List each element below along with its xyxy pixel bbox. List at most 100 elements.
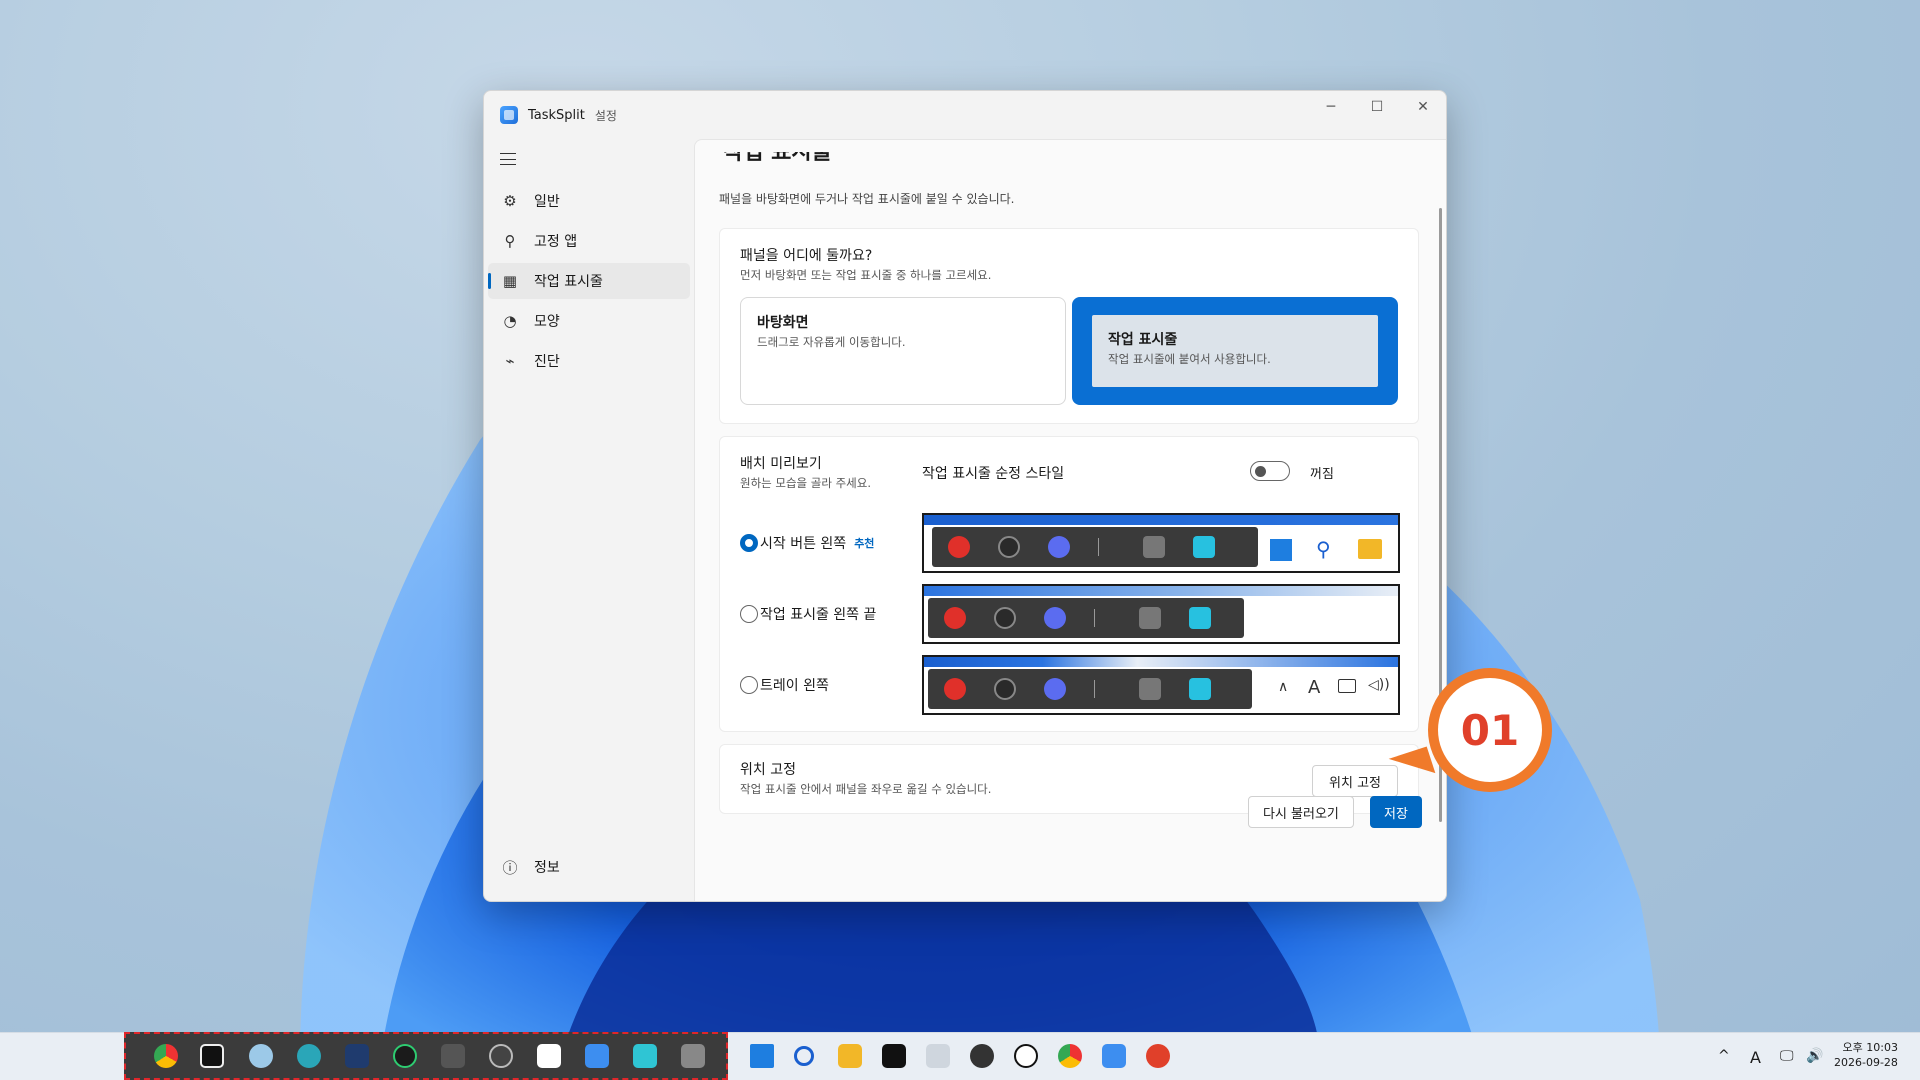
chevron-up-icon: ∧ bbox=[1278, 679, 1289, 695]
browser-icon bbox=[1044, 607, 1066, 629]
hamburger-menu-icon[interactable] bbox=[500, 153, 516, 165]
reload-button[interactable]: 다시 불러오기 bbox=[1248, 796, 1354, 828]
v-app-icon[interactable] bbox=[633, 1044, 657, 1068]
radio-label: 시작 버튼 왼쪽 bbox=[760, 536, 847, 552]
chatgpt-icon[interactable] bbox=[1014, 1044, 1038, 1068]
mail-icon[interactable] bbox=[345, 1044, 369, 1068]
app-icon[interactable] bbox=[200, 1044, 224, 1068]
resolve-icon bbox=[994, 678, 1016, 700]
clock-date: 2026-09-28 bbox=[1834, 1056, 1898, 1069]
native-style-toggle[interactable] bbox=[1250, 461, 1290, 481]
radio-label: 작업 표시줄 왼쪽 끝 bbox=[760, 607, 877, 623]
sidebar-item-label: 고정 앱 bbox=[534, 234, 578, 250]
screenshot-icon bbox=[1143, 536, 1165, 558]
gear-icon: ⚙ bbox=[503, 192, 517, 210]
preview-taskbar-left-end[interactable] bbox=[922, 584, 1400, 644]
clock[interactable]: 오후 10:03 2026-09-28 bbox=[1834, 1040, 1898, 1070]
radio-button[interactable] bbox=[740, 605, 758, 623]
radio-taskbar-left-end[interactable]: 작업 표시줄 왼쪽 끝 bbox=[740, 602, 876, 626]
sidebar: ⚙ 일반 ⚲ 고정 앱 ▦ 작업 표시줄 ◔ 모양 ⌁ 진단 ⓘ 정보 bbox=[484, 139, 694, 901]
cleaner-icon bbox=[1189, 607, 1211, 629]
maximize-button[interactable]: ☐ bbox=[1354, 91, 1400, 123]
cleaner-icon bbox=[1189, 678, 1211, 700]
file-explorer-icon[interactable] bbox=[838, 1044, 862, 1068]
chrome-icon[interactable] bbox=[154, 1044, 178, 1068]
terminal-icon[interactable] bbox=[441, 1044, 465, 1068]
app-name: TaskSplit bbox=[528, 107, 585, 123]
chevron-up-icon[interactable]: ^ bbox=[1718, 1048, 1730, 1064]
desktop-option[interactable]: 바탕화면 드래그로 자유롭게 이동합니다. bbox=[740, 297, 1066, 405]
app-logo-icon bbox=[500, 106, 518, 124]
windows-start-icon[interactable] bbox=[750, 1044, 774, 1068]
font-app-icon[interactable] bbox=[537, 1044, 561, 1068]
weather-icon[interactable] bbox=[249, 1044, 273, 1068]
sidebar-item-general[interactable]: ⚙ 일반 bbox=[488, 183, 690, 219]
chrome-icon[interactable] bbox=[1058, 1044, 1082, 1068]
content-pane: 작업 표시줄 패널을 바탕화면에 두거나 작업 표시줄에 붙일 수 있습니다. … bbox=[694, 139, 1446, 901]
ime-icon: A bbox=[1308, 677, 1321, 698]
game-icon[interactable] bbox=[393, 1044, 417, 1068]
pin-icon: ⚲ bbox=[504, 232, 516, 250]
grid-icon: ▦ bbox=[502, 272, 518, 290]
notes-icon[interactable] bbox=[585, 1044, 609, 1068]
minimize-button[interactable]: ─ bbox=[1308, 91, 1354, 123]
ime-icon[interactable]: A bbox=[1750, 1048, 1761, 1067]
step-number: 01 bbox=[1460, 705, 1520, 755]
sidebar-item-pinned-apps[interactable]: ⚲ 고정 앱 bbox=[488, 223, 690, 259]
folder-icon bbox=[1358, 539, 1382, 559]
taskbar-option-title: 작업 표시줄 bbox=[1108, 332, 1178, 348]
pulse-icon: ⌁ bbox=[505, 352, 515, 370]
desktop-option-title: 바탕화면 bbox=[757, 315, 809, 331]
play-icon bbox=[948, 536, 970, 558]
native-style-label: 작업 표시줄 순정 스타일 bbox=[922, 466, 1065, 482]
radio-button[interactable] bbox=[740, 676, 758, 694]
notes-icon[interactable] bbox=[1102, 1044, 1126, 1068]
radio-button[interactable] bbox=[740, 534, 758, 552]
sidebar-item-appearance[interactable]: ◔ 모양 bbox=[488, 303, 690, 339]
window-subtitle: 설정 bbox=[594, 108, 617, 123]
resolve-icon bbox=[994, 607, 1016, 629]
preview-start-left[interactable]: ⚲ bbox=[922, 513, 1400, 573]
preview-description: 원하는 모습을 골라 주세요. bbox=[740, 476, 872, 490]
search-icon[interactable] bbox=[794, 1046, 814, 1066]
radio-label: 트레이 왼쪽 bbox=[760, 678, 829, 694]
preview-tray-left[interactable]: ∧ A ◁)) bbox=[922, 655, 1400, 715]
radio-tray-left[interactable]: 트레이 왼쪽 bbox=[740, 673, 829, 697]
taskbar-option[interactable]: 작업 표시줄 작업 표시줄에 붙여서 사용합니다. bbox=[1072, 297, 1398, 405]
sidebar-item-taskbar[interactable]: ▦ 작업 표시줄 bbox=[488, 263, 690, 299]
disk-icon[interactable] bbox=[297, 1044, 321, 1068]
placement-card: 패널을 어디에 둘까요? 먼저 바탕화면 또는 작업 표시줄 중 하나를 고르세… bbox=[719, 228, 1419, 424]
sidebar-item-about[interactable]: ⓘ 정보 bbox=[488, 849, 690, 885]
pin-position-description: 작업 표시줄 안에서 패널을 좌우로 옮길 수 있습니다. bbox=[740, 782, 992, 796]
play-icon bbox=[944, 607, 966, 629]
app-icon[interactable] bbox=[882, 1044, 906, 1068]
cleaner-icon bbox=[1193, 536, 1215, 558]
pin-position-title: 위치 고정 bbox=[740, 762, 796, 778]
capture-icon[interactable] bbox=[681, 1044, 705, 1068]
settings-icon[interactable] bbox=[970, 1044, 994, 1068]
panel-preview bbox=[932, 527, 1258, 567]
screenshot-icon bbox=[1139, 678, 1161, 700]
page-title: 작업 표시줄 bbox=[723, 140, 832, 165]
sidebar-item-label: 진단 bbox=[534, 354, 560, 370]
sidebar-item-diagnostics[interactable]: ⌁ 진단 bbox=[488, 343, 690, 379]
panel-preview bbox=[928, 669, 1252, 709]
placement-title: 패널을 어디에 둘까요? bbox=[740, 248, 873, 264]
powerpoint-icon[interactable] bbox=[1146, 1044, 1170, 1068]
placement-description: 먼저 바탕화면 또는 작업 표시줄 중 하나를 고르세요. bbox=[740, 268, 992, 282]
volume-icon[interactable]: 🔊 bbox=[1806, 1048, 1823, 1064]
desktop-option-desc: 드래그로 자유롭게 이동합니다. bbox=[757, 335, 906, 349]
panel-preview bbox=[928, 598, 1244, 638]
settings-icon[interactable] bbox=[489, 1044, 513, 1068]
title-bar[interactable]: TaskSplit 설정 ─ ☐ ✕ bbox=[484, 91, 1446, 139]
pin-position-button[interactable]: 위치 고정 bbox=[1312, 765, 1398, 797]
close-button[interactable]: ✕ bbox=[1400, 91, 1446, 123]
radio-start-left[interactable]: 시작 버튼 왼쪽 추천 bbox=[740, 531, 874, 555]
network-icon[interactable]: 🖵 bbox=[1780, 1048, 1794, 1064]
preview-card: 배치 미리보기 원하는 모습을 골라 주세요. 작업 표시줄 순정 스타일 꺼짐… bbox=[719, 436, 1419, 732]
save-button[interactable]: 저장 bbox=[1370, 796, 1422, 828]
sidebar-nav: ⚙ 일반 ⚲ 고정 앱 ▦ 작업 표시줄 ◔ 모양 ⌁ 진단 bbox=[488, 183, 690, 383]
palette-icon: ◔ bbox=[503, 312, 517, 330]
browser-icon bbox=[1048, 536, 1070, 558]
zip-icon[interactable] bbox=[926, 1044, 950, 1068]
